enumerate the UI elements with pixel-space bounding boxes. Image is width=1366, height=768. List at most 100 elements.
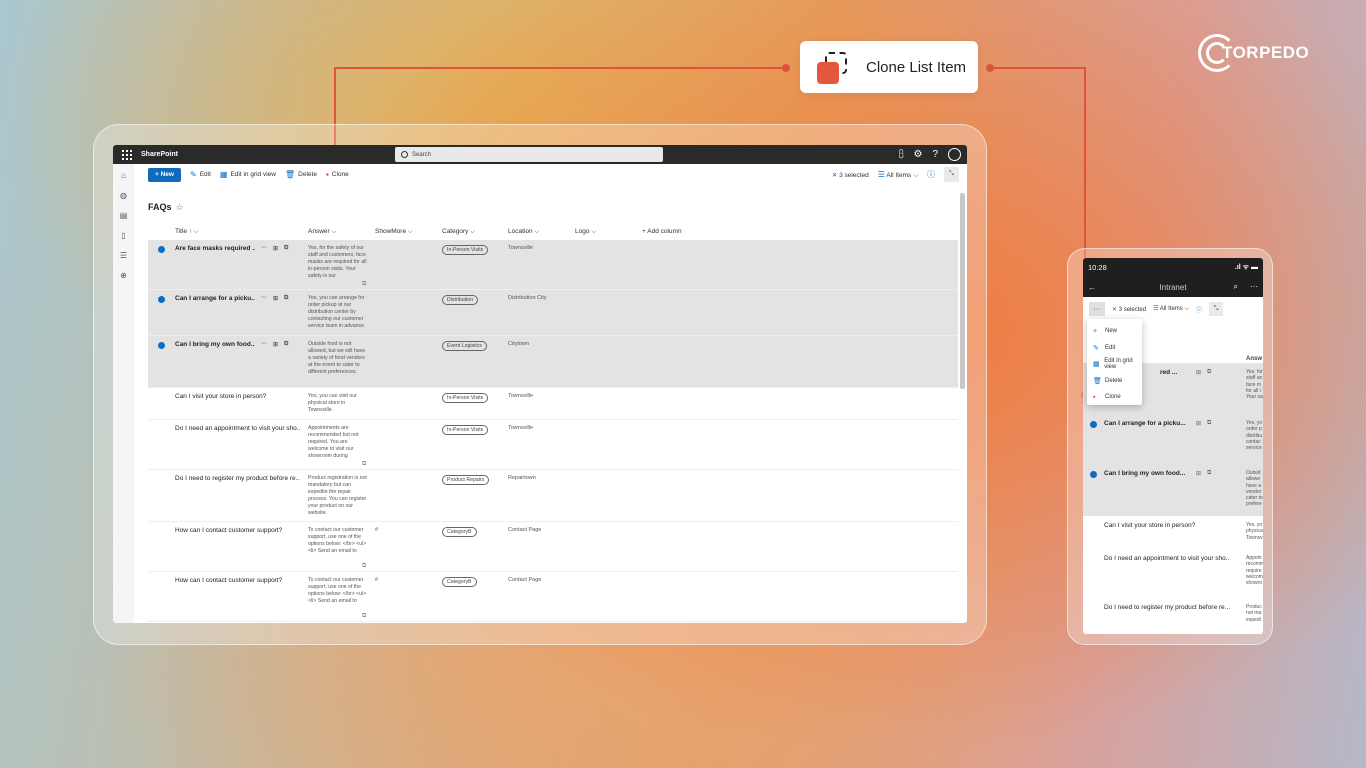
category-pill[interactable]: Event Logistics [442, 341, 487, 351]
globe-icon[interactable]: ◍ [120, 191, 127, 200]
checkmark-icon[interactable] [158, 246, 165, 253]
row-title[interactable]: Can I visit your store in person? [1104, 522, 1230, 529]
star-icon[interactable]: ☆ [176, 202, 184, 212]
list-item[interactable]: Can I arrange for a picku... ⊞ ⧉ Yes, yo or… [1083, 414, 1263, 464]
col-logo[interactable]: Logo ⌵ [575, 228, 642, 236]
col-showmore[interactable]: ShowMore ⌵ [375, 228, 442, 236]
col-location[interactable]: Location ⌵ [508, 228, 575, 236]
news-icon[interactable]: ▤ [120, 211, 128, 220]
table-row[interactable]: Do I need to register my product before … [148, 470, 958, 522]
megaphone-icon[interactable]: ⩉ [899, 149, 904, 160]
category-pill[interactable]: Product Repairs [442, 475, 490, 485]
help-icon[interactable]: ? [932, 149, 938, 160]
list-item[interactable]: Do I need to register my product before … [1083, 598, 1263, 634]
table-row[interactable]: How can I contact customer support? To co… [148, 572, 958, 622]
row-title[interactable]: Do I need to register my product before … [175, 475, 300, 482]
list-item[interactable]: Can I visit your store in person? Yes, yo… [1083, 516, 1263, 549]
share-icon[interactable]: ⊞ [1196, 420, 1201, 427]
scrollbar[interactable] [960, 193, 965, 389]
menu-item-edit-grid[interactable]: ▦ Edit in grid view [1087, 356, 1142, 373]
document-icon[interactable]: ▯ [121, 231, 125, 240]
comment-icon[interactable]: ⧉ [284, 341, 288, 348]
checkmark-icon[interactable] [1090, 421, 1097, 428]
collapse-icon[interactable]: ⤡ [944, 167, 959, 182]
row-title[interactable]: Can I arrange for a picku... [1104, 420, 1192, 427]
table-row[interactable]: Can I bring my own food... ··· ⊞ ⧉ Outside f… [148, 336, 958, 388]
app-launcher-icon[interactable] [122, 149, 132, 160]
share-icon[interactable]: ⊞ [1196, 369, 1201, 376]
row-title[interactable]: How can I contact customer support? [175, 527, 282, 534]
col-title[interactable]: Title ↑ ⌵ [175, 228, 308, 236]
category-pill[interactable]: In-Person Visits [442, 245, 489, 255]
col-answer[interactable]: Answ [1246, 356, 1262, 362]
share-icon[interactable]: ⊞ [273, 341, 278, 348]
new-button[interactable]: + New [148, 167, 181, 182]
menu-item-edit[interactable]: ✎ Edit [1087, 340, 1142, 357]
search-box[interactable]: Search [395, 147, 663, 162]
row-title[interactable]: Can I arrange for a picku... [175, 295, 255, 302]
share-icon[interactable]: ⊞ [273, 245, 278, 252]
add-icon[interactable]: ⊕ [120, 271, 127, 280]
menu-item-new[interactable]: + New [1087, 323, 1142, 340]
add-column-button[interactable]: + Add column [642, 228, 722, 235]
comment-icon[interactable]: ⧉ [1207, 470, 1211, 477]
comment-icon[interactable]: ⧉ [284, 245, 288, 252]
more-button[interactable]: ··· [1089, 302, 1105, 316]
menu-item-clone[interactable]: ▪ Clone [1087, 389, 1142, 406]
comment-icon[interactable]: ⧉ [1207, 420, 1211, 427]
row-title[interactable]: Do I need to register my product before … [1104, 604, 1230, 611]
more-icon[interactable]: ··· [261, 245, 267, 252]
category-pill[interactable]: CategoryB [442, 527, 477, 537]
table-row[interactable]: Do I need an appointment to visit your s… [148, 420, 958, 470]
collapse-icon[interactable]: ⤡ [1209, 302, 1224, 316]
open-external-icon[interactable]: ⧉ [362, 563, 366, 570]
share-icon[interactable]: ⊞ [1196, 470, 1201, 477]
more-icon[interactable]: ··· [1250, 282, 1258, 292]
table-row[interactable]: Are face masks required ... ··· ⊞ ⧉ Yes, for… [148, 240, 958, 290]
search-icon[interactable]: ⌕ [1234, 282, 1238, 292]
list-icon[interactable]: ☰ [120, 251, 127, 260]
open-external-icon[interactable]: ⧉ [362, 461, 366, 468]
view-selector[interactable]: ☰ All Items ⌵ [878, 170, 918, 180]
clone-button[interactable]: ▪ Clone [326, 170, 349, 179]
list-item[interactable]: Can I bring my own food... ⊞ ⧉ Outsid allow… [1083, 464, 1263, 516]
row-title[interactable]: How can I contact customer support? [175, 577, 282, 584]
gear-icon[interactable]: ⚙ [913, 149, 922, 160]
info-icon[interactable]: ⓘ [1196, 305, 1202, 314]
category-pill[interactable]: Distribution [442, 295, 478, 305]
checkmark-icon[interactable] [158, 296, 165, 303]
delete-button[interactable]: 🗑 Delete [285, 170, 317, 179]
comment-icon[interactable]: ⧉ [1207, 369, 1211, 376]
col-answer[interactable]: Answer ⌵ [308, 228, 375, 236]
app-name[interactable]: SharePoint [141, 151, 178, 158]
edit-button[interactable]: ✎ Edit [190, 170, 211, 179]
view-selector[interactable]: ☰ All Items ⌵ [1153, 305, 1189, 313]
avatar-icon[interactable] [948, 148, 961, 161]
category-pill[interactable]: CategoryB [442, 577, 477, 587]
menu-item-delete[interactable]: 🗑 Delete [1087, 373, 1142, 390]
clear-selection-button[interactable]: ✕ 3 selected [1112, 306, 1146, 313]
row-title[interactable]: Can I bring my own food... [175, 341, 255, 348]
row-title[interactable]: Can I visit your store in person? [175, 393, 266, 400]
edit-grid-button[interactable]: ▦ Edit in grid view [220, 170, 276, 179]
table-row[interactable]: Can I visit your store in person? Yes, yo… [148, 388, 958, 420]
row-title[interactable]: Are face masks required ... [175, 245, 255, 252]
more-icon[interactable]: ··· [261, 341, 267, 348]
comment-icon[interactable]: ⧉ [284, 295, 288, 302]
clear-selection-button[interactable]: ✕ 3 selected [832, 171, 869, 179]
row-title[interactable]: Can I bring my own food... [1104, 470, 1192, 477]
table-row[interactable]: How can I contact customer support? To co… [148, 522, 958, 572]
info-icon[interactable]: ⓘ [927, 169, 935, 180]
checkmark-icon[interactable] [1090, 471, 1097, 478]
row-title[interactable]: Do I need an appointment to visit your s… [175, 425, 300, 432]
list-item[interactable]: Do I need an appointment to visit your s… [1083, 549, 1263, 598]
col-category[interactable]: Category ⌵ [442, 228, 508, 236]
table-row[interactable]: Can I arrange for a picku... ··· ⊞ ⧉ Yes, yo… [148, 290, 958, 336]
row-title[interactable]: Do I need an appointment to visit your s… [1104, 555, 1230, 562]
share-icon[interactable]: ⊞ [273, 295, 278, 302]
home-icon[interactable]: ⌂ [121, 171, 126, 180]
open-external-icon[interactable]: ⧉ [362, 613, 366, 620]
more-icon[interactable]: ··· [261, 295, 267, 302]
category-pill[interactable]: In-Person Visits [442, 425, 489, 435]
checkmark-icon[interactable] [158, 342, 165, 349]
